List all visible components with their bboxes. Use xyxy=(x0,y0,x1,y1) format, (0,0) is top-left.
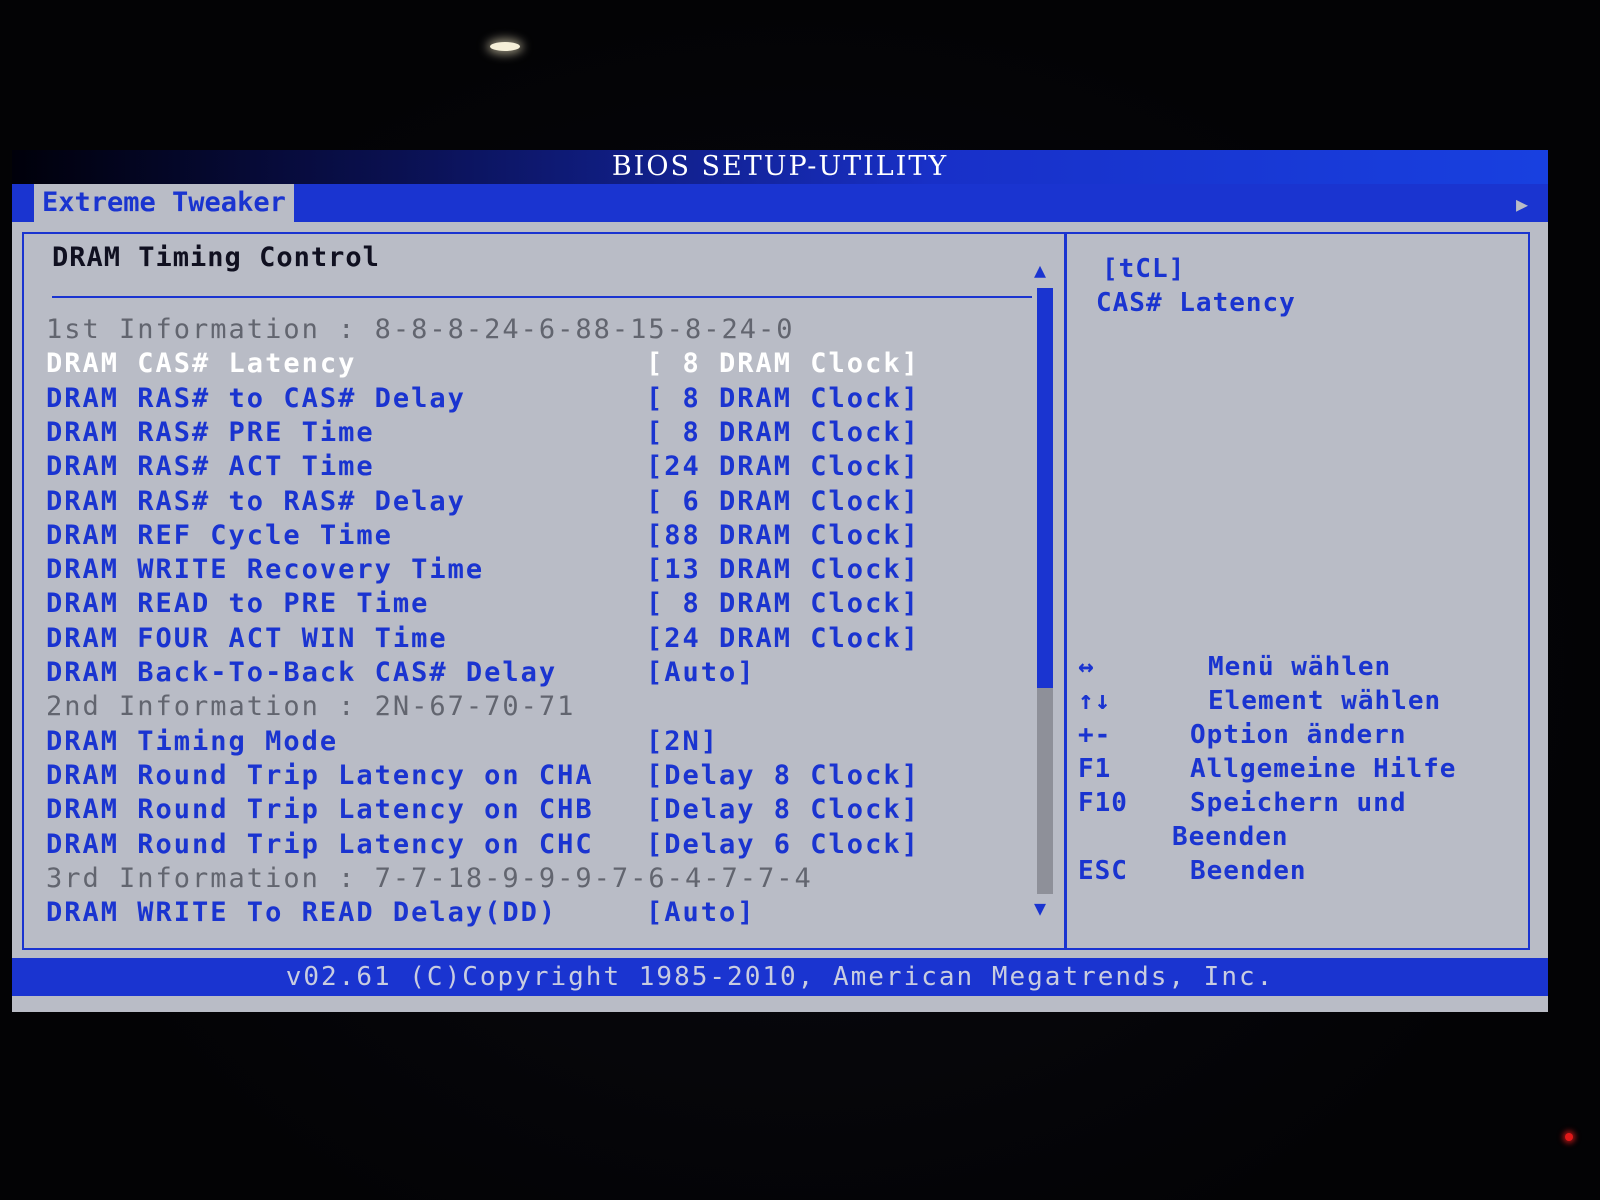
setting-row[interactable]: DRAM Timing Mode [2N] xyxy=(46,726,1026,760)
setting-label: DRAM REF Cycle Time xyxy=(46,519,393,551)
key-description: Element wählen xyxy=(1208,686,1442,716)
setting-row[interactable]: DRAM RAS# to CAS# Delay [ 8 DRAM Clock] xyxy=(46,383,1026,417)
setting-value[interactable]: [ 8 DRAM Clock] xyxy=(646,348,920,379)
key-legend-item: F10 Speichern und xyxy=(1078,788,1518,822)
scrollbar-thumb[interactable] xyxy=(1037,288,1053,688)
setting-row[interactable]: DRAM FOUR ACT WIN Time [24 DRAM Clock] xyxy=(46,623,1026,657)
key-legend-item: +- Option ändern xyxy=(1078,720,1518,754)
setting-row[interactable]: DRAM RAS# PRE Time [ 8 DRAM Clock] xyxy=(46,417,1026,451)
bios-screen: BIOS SETUP-UTILITY Extreme Tweaker ▶ DRA… xyxy=(12,150,1548,1012)
setting-value[interactable]: [Delay 8 Clock] xyxy=(646,760,920,791)
setting-label: DRAM Round Trip Latency on CHB xyxy=(46,794,594,826)
setting-label: DRAM RAS# to RAS# Delay xyxy=(46,485,466,517)
section-rule xyxy=(52,296,1032,298)
info-line: 2nd Information : 2N-67-70-71 xyxy=(46,691,1026,725)
key-description: Beenden xyxy=(1190,856,1307,886)
setting-value[interactable]: [Auto] xyxy=(646,657,756,688)
setting-label: DRAM Timing Mode xyxy=(46,725,339,757)
setting-value[interactable]: [24 DRAM Clock] xyxy=(646,623,920,654)
setting-value[interactable]: [Delay 8 Clock] xyxy=(646,794,920,825)
key-legend: ↔ Menü wählen ↑↓ Element wählen +- Option änd… xyxy=(1078,652,1518,890)
key-legend-item: F1 Allgemeine Hilfe xyxy=(1078,754,1518,788)
key-legend-item: ESC Beenden xyxy=(1078,856,1518,890)
setting-label: DRAM RAS# ACT Time xyxy=(46,451,375,483)
setting-row[interactable]: DRAM Round Trip Latency on CHB [Delay 8 C… xyxy=(46,794,1026,828)
tab-scroll-right-icon: ▶ xyxy=(1515,192,1528,216)
monitor-bezel: BIOS SETUP-UTILITY Extreme Tweaker ▶ DRA… xyxy=(0,0,1600,1200)
setting-label: DRAM WRITE Recovery Time xyxy=(46,554,485,586)
setting-label: DRAM RAS# PRE Time xyxy=(46,416,375,448)
key-name: ↔ xyxy=(1078,652,1095,682)
setting-value[interactable]: [88 DRAM Clock] xyxy=(646,520,920,551)
setting-row[interactable]: DRAM Back-To-Back CAS# Delay [Auto] xyxy=(46,657,1026,691)
setting-value[interactable]: [ 6 DRAM Clock] xyxy=(646,486,920,517)
setting-row[interactable]: DRAM RAS# ACT Time [24 DRAM Clock] xyxy=(46,451,1026,485)
key-legend-item: Beenden xyxy=(1078,822,1518,856)
info-line: 3rd Information : 7-7-18-9-9-9-7-6-4-7-7… xyxy=(46,863,1026,897)
setting-row[interactable]: DRAM WRITE Recovery Time [13 DRAM Clock] xyxy=(46,554,1026,588)
setting-label: DRAM CAS# Latency xyxy=(46,348,357,380)
panel-divider xyxy=(1064,232,1067,950)
key-description: Menü wählen xyxy=(1208,652,1392,682)
setting-label: 3rd Information : 7-7-18-9-9-9-7-6-4-7-7… xyxy=(46,862,813,894)
setting-value[interactable]: [ 8 DRAM Clock] xyxy=(646,417,920,448)
scroll-down-icon[interactable]: ▼ xyxy=(1034,896,1046,920)
key-name: ESC xyxy=(1078,856,1128,886)
key-legend-item: ↔ Menü wählen xyxy=(1078,652,1518,686)
setting-row[interactable]: DRAM WRITE To READ Delay(DD) [Auto] xyxy=(46,897,1026,931)
setting-value[interactable]: [Auto] xyxy=(646,897,756,928)
key-name: ↑↓ xyxy=(1078,686,1112,716)
setting-label: DRAM Round Trip Latency on CHA xyxy=(46,759,594,791)
key-description: Allgemeine Hilfe xyxy=(1190,754,1457,784)
scroll-up-icon[interactable]: ▲ xyxy=(1034,258,1046,282)
key-description: Option ändern xyxy=(1190,720,1407,750)
light-reflection xyxy=(490,42,520,51)
setting-label: 1st Information : 8-8-8-24-6-88-15-8-24-… xyxy=(46,314,795,345)
setting-row[interactable]: DRAM Round Trip Latency on CHA [Delay 8 C… xyxy=(46,760,1026,794)
key-description: Beenden xyxy=(1172,822,1289,852)
help-title: CAS# Latency xyxy=(1096,288,1296,318)
key-name: F1 xyxy=(1078,754,1112,784)
section-title: DRAM Timing Control xyxy=(52,242,380,273)
copyright-footer: v02.61 (C)Copyright 1985-2010, American … xyxy=(12,958,1548,996)
key-description: Speichern und xyxy=(1190,788,1407,818)
setting-row[interactable]: DRAM REF Cycle Time [88 DRAM Clock] xyxy=(46,520,1026,554)
key-legend-item: ↑↓ Element wählen xyxy=(1078,686,1518,720)
setting-value[interactable]: [Delay 6 Clock] xyxy=(646,829,920,860)
setting-row[interactable]: DRAM Round Trip Latency on CHC [Delay 6 C… xyxy=(46,829,1026,863)
setting-label: DRAM FOUR ACT WIN Time xyxy=(46,622,448,654)
setting-row[interactable]: DRAM RAS# to RAS# Delay [ 6 DRAM Clock] xyxy=(46,486,1026,520)
setting-value[interactable]: [2N] xyxy=(646,726,719,757)
tab-bar: Extreme Tweaker ▶ xyxy=(12,184,1548,222)
setting-row[interactable]: DRAM READ to PRE Time [ 8 DRAM Clock] xyxy=(46,588,1026,622)
power-led xyxy=(1565,1133,1573,1141)
tab-extreme-tweaker[interactable]: Extreme Tweaker xyxy=(34,184,294,222)
setting-row-selected[interactable]: DRAM CAS# Latency [ 8 DRAM Clock] xyxy=(46,348,1026,382)
window-title: BIOS SETUP-UTILITY xyxy=(611,151,949,182)
title-bar: BIOS SETUP-UTILITY xyxy=(12,150,1548,184)
setting-label: DRAM Back-To-Back CAS# Delay xyxy=(46,657,558,688)
key-name: +- xyxy=(1078,720,1112,750)
setting-label: DRAM READ to PRE Time xyxy=(46,588,430,620)
setting-label: DRAM RAS# to CAS# Delay xyxy=(46,382,466,414)
setting-value[interactable]: [ 8 DRAM Clock] xyxy=(646,383,920,414)
setting-label: DRAM WRITE To READ Delay(DD) xyxy=(46,897,558,929)
setting-value[interactable]: [13 DRAM Clock] xyxy=(646,554,920,585)
setting-label: 2nd Information : 2N-67-70-71 xyxy=(46,691,576,723)
key-name: F10 xyxy=(1078,788,1128,818)
setting-value[interactable]: [ 8 DRAM Clock] xyxy=(646,588,920,619)
help-tag: [tCL] xyxy=(1102,254,1186,284)
info-line: 1st Information : 8-8-8-24-6-88-15-8-24-… xyxy=(46,314,1026,348)
setting-label: DRAM Round Trip Latency on CHC xyxy=(46,828,594,860)
setting-value[interactable]: [24 DRAM Clock] xyxy=(646,451,920,482)
